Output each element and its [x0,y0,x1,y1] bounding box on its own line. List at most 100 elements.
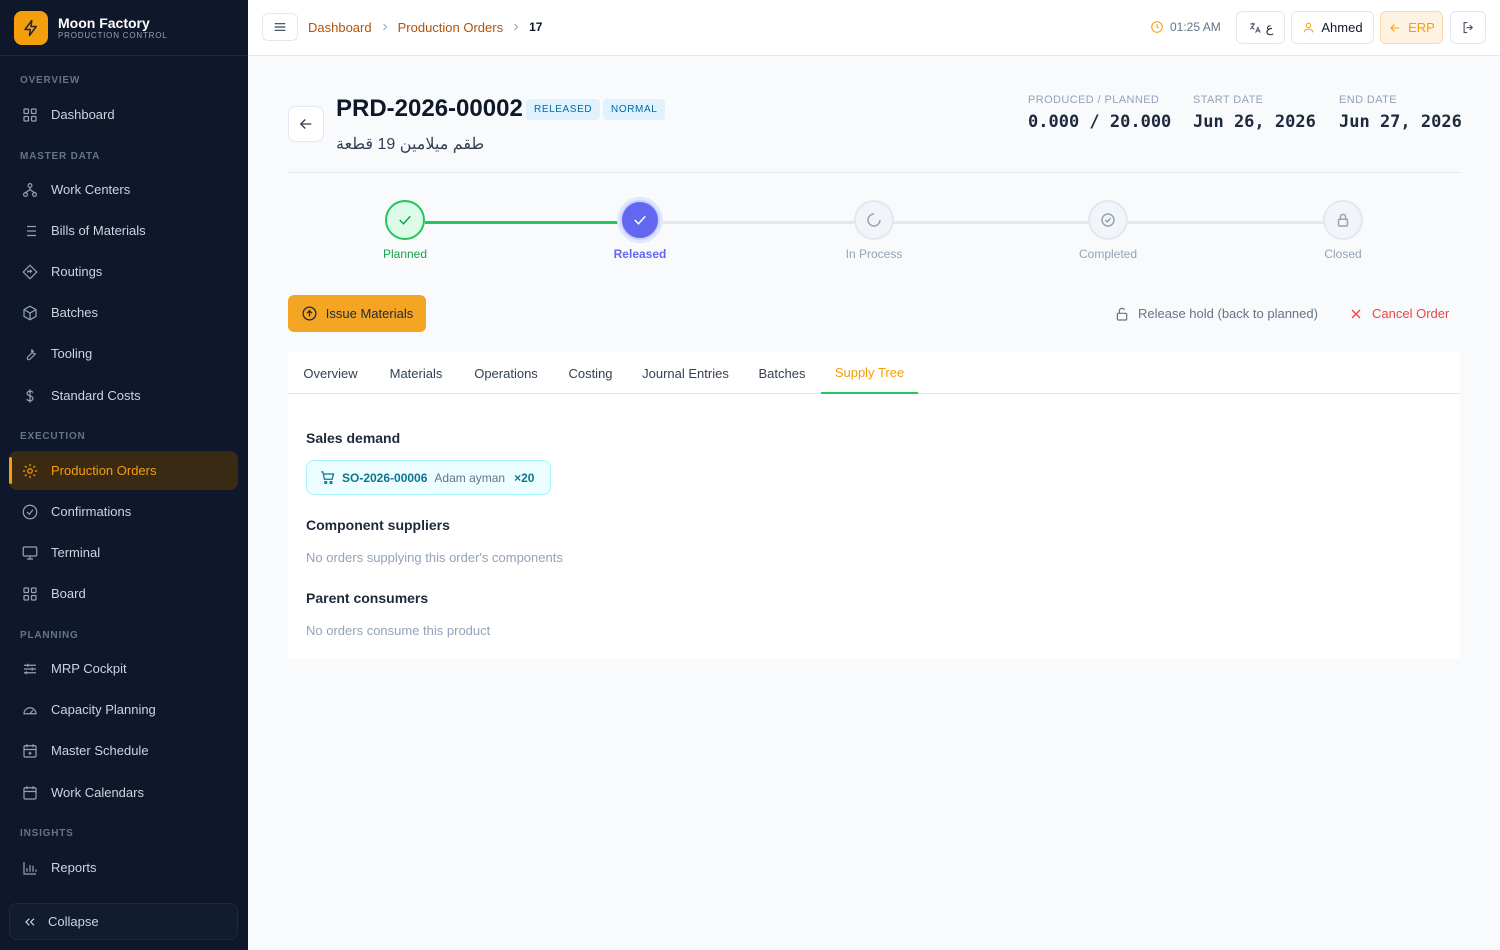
chevron-right-icon [510,21,522,33]
user-menu-button[interactable]: Ahmed [1291,11,1374,44]
kpi-start-date: START DATE Jun 26, 2026 [1193,94,1316,132]
tab-bar: Overview Materials Operations Costing Jo… [288,352,1460,394]
translate-icon [1249,22,1261,33]
sidebar-item-capacity-planning[interactable]: Capacity Planning [9,690,238,729]
issue-materials-button[interactable]: Issue Materials [288,295,426,332]
tab-materials[interactable]: Materials [373,352,459,394]
erp-button[interactable]: ERP [1380,11,1443,44]
gear-icon [22,463,38,478]
step-released: Released [580,200,700,261]
sidebar-item-label: MRP Cockpit [51,661,127,676]
release-hold-label: Release hold (back to planned) [1138,306,1318,321]
issue-materials-label: Issue Materials [325,306,414,321]
sidebar-item-work-calendars[interactable]: Work Calendars [9,773,238,812]
sidebar-item-batches[interactable]: Batches [9,293,238,332]
sidebar-item-terminal[interactable]: Terminal [9,533,238,572]
sliders-icon [24,663,36,674]
page-title: PRD-2026-00002 [336,95,523,122]
sidebar-item-label: Batches [51,305,98,320]
arrow-up-circle-icon [302,306,317,321]
calendar-icon [23,743,37,758]
breadcrumb-production-orders[interactable]: Production Orders [398,20,504,35]
clock-icon [1151,21,1163,33]
list-icon [24,225,36,236]
nav-section-planning: PLANNING [20,630,79,641]
sidebar-item-tooling[interactable]: Tooling [9,334,238,373]
sidebar-item-confirmations[interactable]: Confirmations [9,492,238,531]
step-label: Planned [382,247,428,261]
sidebar-item-label: Bills of Materials [51,223,146,238]
status-stepper: Planned Released In Process Completed Cl… [288,200,1460,270]
tab-costing[interactable]: Costing [553,352,628,394]
sidebar-item-label: Tooling [51,346,93,361]
check-icon [620,200,660,240]
tab-journal-entries[interactable]: Journal Entries [628,352,743,394]
nav-section-execution: EXECUTION [20,431,86,442]
sidebar-item-routings[interactable]: Routings [9,252,238,291]
sidebar-item-label: Production Orders [51,463,157,478]
chevrons-left-icon [25,917,35,926]
cancel-order-button[interactable]: Cancel Order [1348,295,1449,332]
network-icon [23,182,37,197]
check-circle-icon [1088,200,1128,240]
erp-label: ERP [1408,20,1435,35]
demand-quantity: ×20 [514,470,535,485]
divider [288,172,1460,173]
tab-operations[interactable]: Operations [459,352,553,394]
breadcrumb-current: 17 [529,20,543,34]
wrench-icon [26,348,37,360]
breadcrumb-dashboard[interactable]: Dashboard [308,20,372,35]
route-icon [22,263,38,280]
logout-icon [1463,21,1473,34]
language-button[interactable]: ع [1236,11,1285,44]
sidebar-item-work-centers[interactable]: Work Centers [9,170,238,209]
collapse-button[interactable]: Collapse [9,903,238,940]
sidebar-item-master-schedule[interactable]: Master Schedule [9,731,238,770]
sidebar-item-standard-costs[interactable]: Standard Costs [9,376,238,415]
parent-consumers-empty: No orders consume this product [306,623,491,638]
back-button[interactable] [288,106,324,142]
sidebar-item-reports[interactable]: Reports [9,848,238,887]
sidebar-item-dashboard[interactable]: Dashboard [9,95,238,134]
close-icon [1351,309,1361,318]
supply-tree-panel: Sales demand SO-2026-00006 Adam ayman ×2… [288,394,1460,658]
customer-name: Adam ayman [434,470,506,485]
sidebar-item-production-orders[interactable]: Production Orders [9,451,238,490]
tab-batches[interactable]: Batches [743,352,821,394]
check-icon [385,200,425,240]
kpi-value: Jun 26, 2026 [1193,112,1316,132]
menu-icon [274,23,286,31]
tab-supply-tree[interactable]: Supply Tree [821,352,918,394]
component-suppliers-empty: No orders supplying this order's compone… [306,550,563,565]
status-badge: RELEASED [526,99,601,120]
menu-toggle-button[interactable] [262,13,298,41]
logout-button[interactable] [1450,11,1486,44]
spinner-icon [854,200,894,240]
sidebar-item-label: Reports [51,860,97,875]
board-icon [23,586,37,601]
section-title-component-suppliers: Component suppliers [306,517,450,533]
arrow-left-icon [299,119,312,129]
sales-demand-chip[interactable]: SO-2026-00006 Adam ayman ×20 [306,460,551,495]
sidebar-item-label: Master Schedule [51,743,149,758]
sidebar-item-board[interactable]: Board [9,574,238,613]
sidebar-item-label: Work Calendars [51,785,144,800]
arrow-left-icon [1390,23,1400,32]
cancel-order-label: Cancel Order [1372,306,1450,321]
step-label: Completed [1078,247,1138,261]
product-name: طقم ميلامين 19 قطعة [336,136,485,153]
release-hold-button[interactable]: Release hold (back to planned) [1114,295,1318,332]
sidebar-item-bills-of-materials[interactable]: Bills of Materials [9,211,238,250]
user-icon [1304,22,1314,33]
gauge-icon [23,706,37,714]
clock: 01:25 AM [1150,0,1221,54]
sidebar-item-label: Confirmations [51,504,132,519]
kpi-produced-planned: PRODUCED / PLANNED 0.000 / 20.000 [1028,94,1171,132]
sidebar-item-mrp-cockpit[interactable]: MRP Cockpit [9,649,238,688]
brand-subtitle: PRODUCTION CONTROL [58,30,168,40]
nav-section-insights: INSIGHTS [20,828,74,839]
tab-overview[interactable]: Overview [288,352,373,394]
clock-time: 01:25 AM [1170,20,1221,34]
step-label: In Process [845,247,903,261]
chevron-right-icon [379,21,391,33]
